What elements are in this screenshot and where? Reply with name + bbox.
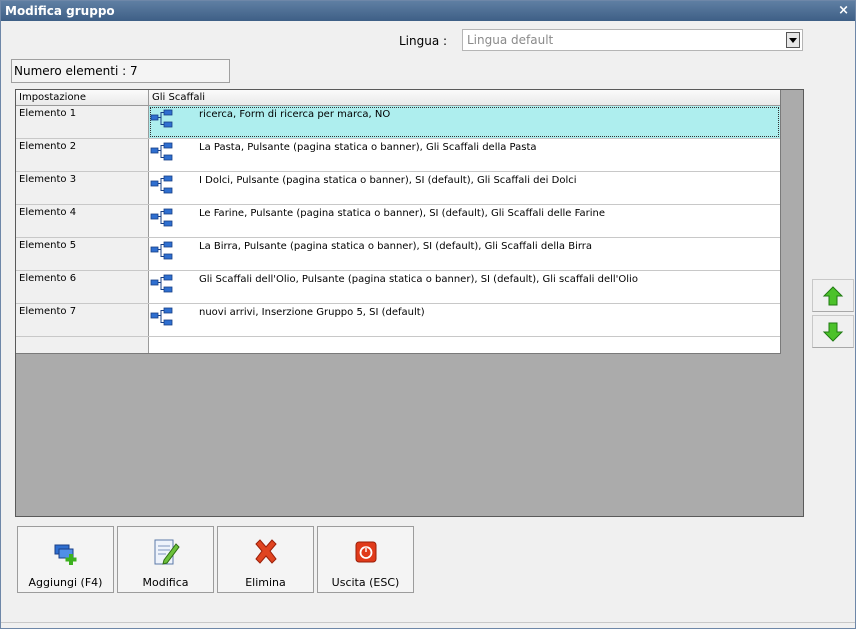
row-value-cell[interactable]: Le Farine, Pulsante (pagina statica o ba… — [149, 205, 780, 237]
grid-header: Impostazione Gli Scaffali — [16, 90, 780, 106]
column-header-gli-scaffali[interactable]: Gli Scaffali — [149, 90, 780, 105]
table-row[interactable]: Elemento 3 I Dolci, Pulsante (pagina stat… — [16, 172, 780, 205]
row-value-text: Le Farine, Pulsante (pagina statica o ba… — [199, 208, 605, 219]
grid-empty-value-cell — [149, 337, 780, 353]
delete-button[interactable]: Elimina — [217, 526, 314, 593]
tree-structure-icon — [150, 208, 173, 227]
arrow-down-icon — [822, 322, 844, 342]
table-row[interactable]: Elemento 2 La Pasta, Pulsante (pagina sta… — [16, 139, 780, 172]
row-label-cell[interactable]: Elemento 3 — [16, 172, 149, 204]
power-icon — [355, 541, 376, 563]
add-button[interactable]: Aggiungi (F4) — [17, 526, 114, 593]
row-value-text: ricerca, Form di ricerca per marca, NO — [199, 109, 391, 120]
row-value-text: La Pasta, Pulsante (pagina statica o ban… — [199, 142, 537, 153]
tree-structure-icon — [150, 241, 173, 260]
row-value-text: I Dolci, Pulsante (pagina statica o bann… — [199, 175, 577, 186]
table-row[interactable]: Elemento 1 ricerca, Form di ricerca per m… — [16, 106, 780, 139]
table-row[interactable]: Elemento 7 nuovi arrivi, Inserzione Grupp… — [16, 304, 780, 337]
tree-structure-icon — [150, 175, 173, 194]
tree-structure-icon — [150, 307, 173, 326]
table-row[interactable]: Elemento 5 La Birra, Pulsante (pagina sta… — [16, 238, 780, 271]
table-row[interactable]: Elemento 6 Gli Scaffali dell'Olio, Pulsan… — [16, 271, 780, 304]
row-value-cell[interactable]: ricerca, Form di ricerca per marca, NO — [149, 106, 780, 138]
row-label-cell[interactable]: Elemento 2 — [16, 139, 149, 171]
tree-structure-icon — [150, 142, 173, 161]
column-header-impostazione[interactable]: Impostazione — [16, 90, 149, 105]
row-value-text: nuovi arrivi, Inserzione Gruppo 5, SI (d… — [199, 307, 425, 318]
lingua-label: Lingua : — [399, 34, 448, 48]
row-label-cell[interactable]: Elemento 4 — [16, 205, 149, 237]
row-value-cell[interactable]: La Pasta, Pulsante (pagina statica o ban… — [149, 139, 780, 171]
close-button[interactable]: × — [838, 1, 849, 21]
row-label-cell[interactable]: Elemento 5 — [16, 238, 149, 270]
row-label-cell[interactable]: Elemento 6 — [16, 271, 149, 303]
element-count-display: Numero elementi : 7 — [11, 59, 230, 83]
chevron-down-icon[interactable] — [786, 32, 800, 48]
delete-x-icon — [254, 539, 277, 564]
delete-button-label: Elimina — [245, 576, 286, 589]
exit-button[interactable]: Uscita (ESC) — [317, 526, 414, 593]
row-value-cell[interactable]: nuovi arrivi, Inserzione Gruppo 5, SI (d… — [149, 304, 780, 336]
edit-document-icon — [154, 539, 180, 565]
row-label-cell[interactable]: Elemento 7 — [16, 304, 149, 336]
table-row[interactable]: Elemento 4 Le Farine, Pulsante (pagina st… — [16, 205, 780, 238]
title-bar: Modifica gruppo × — [1, 1, 855, 21]
lingua-select[interactable]: Lingua default — [462, 29, 803, 51]
row-value-cell[interactable]: La Birra, Pulsante (pagina statica o ban… — [149, 238, 780, 270]
move-up-button[interactable] — [812, 279, 854, 312]
arrow-up-icon — [822, 285, 844, 305]
edit-button[interactable]: Modifica — [117, 526, 214, 593]
edit-button-label: Modifica — [142, 576, 189, 589]
tree-structure-icon — [150, 274, 173, 293]
tree-structure-icon — [150, 109, 173, 128]
lingua-select-value: Lingua default — [467, 33, 554, 47]
elements-grid: Impostazione Gli Scaffali Elemento 1 rice… — [16, 90, 781, 354]
modifica-gruppo-window: Modifica gruppo × Lingua : Lingua defaul… — [0, 0, 856, 629]
add-item-icon — [54, 544, 76, 565]
elements-grid-area: Impostazione Gli Scaffali Elemento 1 rice… — [15, 89, 804, 517]
move-down-button[interactable] — [812, 315, 854, 348]
row-value-text: Gli Scaffali dell'Olio, Pulsante (pagina… — [199, 274, 638, 285]
exit-button-label: Uscita (ESC) — [331, 576, 400, 589]
add-button-label: Aggiungi (F4) — [28, 576, 103, 589]
row-value-cell[interactable]: I Dolci, Pulsante (pagina statica o bann… — [149, 172, 780, 204]
grid-empty-row — [16, 337, 780, 353]
window-title: Modifica gruppo — [5, 4, 115, 18]
row-label-cell[interactable]: Elemento 1 — [16, 106, 149, 138]
grid-empty-label-cell — [16, 337, 149, 353]
row-value-cell[interactable]: Gli Scaffali dell'Olio, Pulsante (pagina… — [149, 271, 780, 303]
row-value-text: La Birra, Pulsante (pagina statica o ban… — [199, 241, 593, 252]
bottom-divider — [1, 622, 855, 628]
